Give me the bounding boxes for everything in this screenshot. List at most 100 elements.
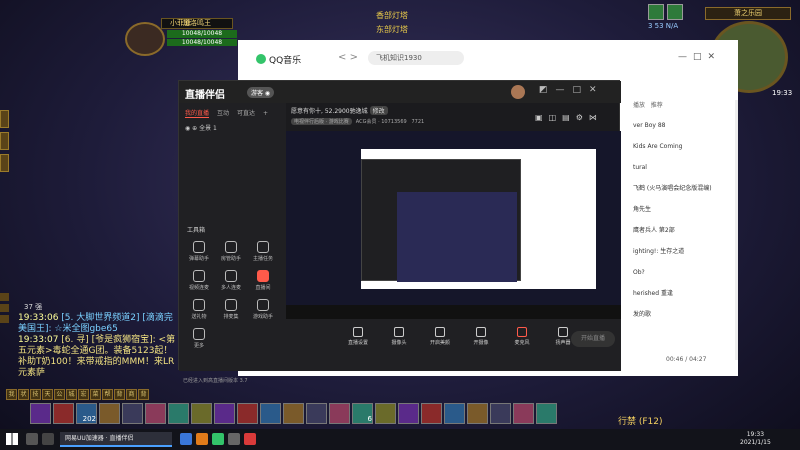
action-slot[interactable]: [421, 403, 442, 424]
tab-interact[interactable]: 互动: [217, 110, 229, 117]
action-slot[interactable]: 6: [352, 403, 373, 424]
minimize-icon[interactable]: —: [556, 85, 573, 95]
sidebar-button[interactable]: [0, 132, 9, 150]
micro-menu-button[interactable]: 公: [54, 389, 65, 400]
tab-recommend[interactable]: 推荐: [651, 102, 663, 109]
action-slot[interactable]: [490, 403, 511, 424]
taskbar-clock[interactable]: 19:33 2021/1/15: [740, 431, 771, 447]
toolbox-item[interactable]: 更多: [183, 328, 215, 349]
chat-tab[interactable]: [0, 304, 9, 312]
micro-menu-button[interactable]: 状: [18, 389, 29, 400]
toolbox-item[interactable]: 直播间: [247, 270, 279, 291]
stream-control[interactable]: 麦克风: [508, 327, 536, 346]
tab-play[interactable]: 播放: [633, 102, 645, 109]
qq-scrollbar[interactable]: [735, 100, 738, 360]
search-icon[interactable]: [26, 433, 38, 445]
micro-menu-button[interactable]: 城: [66, 389, 77, 400]
action-slot[interactable]: [467, 403, 488, 424]
gear-icon[interactable]: ⚙: [576, 113, 589, 122]
maximize-icon[interactable]: □: [573, 85, 590, 95]
category-pill[interactable]: 电视伴行后版 · 游戏比赛: [291, 118, 352, 125]
share-icon[interactable]: ⋈: [589, 113, 603, 122]
lock-icon[interactable]: ◫: [549, 113, 563, 122]
action-slot[interactable]: [283, 403, 304, 424]
toolbox-item[interactable]: 排麦集: [215, 299, 247, 320]
toolbox-item[interactable]: 送礼物: [183, 299, 215, 320]
playlist-item[interactable]: herished 重逢: [633, 287, 738, 308]
windows-start-icon[interactable]: [6, 433, 18, 445]
toolbox-item[interactable]: 多人连麦: [215, 270, 247, 291]
micro-menu-button[interactable]: 背: [138, 389, 149, 400]
buff-icon[interactable]: [648, 4, 664, 20]
action-slot[interactable]: [99, 403, 120, 424]
stream-control[interactable]: 开摄像: [467, 327, 495, 346]
playlist-item[interactable]: Ob?: [633, 266, 738, 287]
action-slot[interactable]: [444, 403, 465, 424]
taskview-icon[interactable]: [42, 433, 54, 445]
playlist-item[interactable]: ver Boy 88: [633, 119, 738, 140]
buff-icon[interactable]: [667, 4, 683, 20]
scene-item[interactable]: ◉ ⊕ 全景 1: [185, 123, 217, 132]
browser-icon[interactable]: [180, 433, 192, 445]
toolbox-item[interactable]: 游戏助手: [247, 299, 279, 320]
action-slot[interactable]: [214, 403, 235, 424]
action-slot[interactable]: [306, 403, 327, 424]
back-icon[interactable]: <: [338, 52, 346, 63]
micro-menu-button[interactable]: 天: [42, 389, 53, 400]
action-slot[interactable]: [398, 403, 419, 424]
qq-music-taskbar-icon[interactable]: [212, 433, 224, 445]
avatar[interactable]: [511, 85, 525, 99]
toolbox-item[interactable]: 弹幕助手: [183, 241, 215, 262]
stream-control[interactable]: 摄像头: [385, 327, 413, 346]
micro-menu-button[interactable]: 宏: [78, 389, 89, 400]
action-slot[interactable]: [191, 403, 212, 424]
chat-tab[interactable]: [0, 315, 9, 323]
micro-menu-button[interactable]: 商: [126, 389, 137, 400]
guest-badge[interactable]: 游客 ◉: [247, 87, 275, 98]
playlist-item[interactable]: 角先生: [633, 203, 738, 224]
taskbar-active-window[interactable]: 网易UU加速器 · 直播伴侣: [60, 432, 172, 447]
playlist-item[interactable]: 飞鹤 (火马演唱会纪念版混编): [633, 182, 738, 203]
playlist-item[interactable]: 发的歌: [633, 308, 738, 329]
playlist-item[interactable]: ighting!: 生存之道: [633, 245, 738, 266]
pin-icon[interactable]: ◩: [539, 85, 556, 95]
maximize-icon[interactable]: □: [693, 52, 708, 62]
micro-menu-button[interactable]: 帮: [102, 389, 113, 400]
stream-preview[interactable]: [286, 131, 621, 319]
action-slot[interactable]: [260, 403, 281, 424]
action-slot[interactable]: [168, 403, 189, 424]
action-slot[interactable]: [30, 403, 51, 424]
action-slot[interactable]: [237, 403, 258, 424]
box-icon[interactable]: ▤: [562, 113, 576, 122]
stream-companion-window[interactable]: 直播伴侣 游客 ◉ ◩—□✕ 我的直播 互动 可直达 + ◉ ⊕ 全景 1 工具箱 弹…: [178, 80, 621, 384]
stream-control[interactable]: 直播设置: [344, 327, 372, 346]
tab-direct[interactable]: 可直达: [237, 110, 255, 117]
minimize-icon[interactable]: —: [678, 52, 693, 62]
go-live-button[interactable]: 开始直播: [571, 331, 615, 347]
toolbox-item[interactable]: 主播任务: [247, 241, 279, 262]
toolbox-item[interactable]: 房管助手: [215, 241, 247, 262]
action-slot[interactable]: [329, 403, 350, 424]
chat-tab[interactable]: [0, 293, 9, 301]
player-portrait[interactable]: [125, 22, 165, 56]
gift-icon[interactable]: ▣: [535, 113, 549, 122]
qq-search-input[interactable]: 飞机知识1930: [368, 51, 464, 65]
micro-menu-button[interactable]: 技: [30, 389, 41, 400]
edit-title-button[interactable]: 修改: [369, 106, 388, 115]
action-slot[interactable]: [375, 403, 396, 424]
action-slot[interactable]: [122, 403, 143, 424]
action-slot[interactable]: [53, 403, 74, 424]
forward-icon[interactable]: >: [350, 52, 358, 63]
micro-menu-button[interactable]: 我: [6, 389, 17, 400]
playlist-item[interactable]: 鹰者兵人 第2部: [633, 224, 738, 245]
playlist-item[interactable]: tural: [633, 161, 738, 182]
sidebar-button[interactable]: [0, 154, 9, 172]
micro-menu-button[interactable]: 背: [114, 389, 125, 400]
add-tab-button[interactable]: +: [263, 110, 268, 117]
toolbox-item[interactable]: 视频连麦: [183, 270, 215, 291]
action-slot[interactable]: [145, 403, 166, 424]
close-icon[interactable]: ✕: [708, 52, 722, 62]
tab-my-live[interactable]: 我的直播: [185, 110, 210, 118]
sidebar-button[interactable]: [0, 110, 9, 128]
playlist-item[interactable]: Kids Are Coming: [633, 140, 738, 161]
